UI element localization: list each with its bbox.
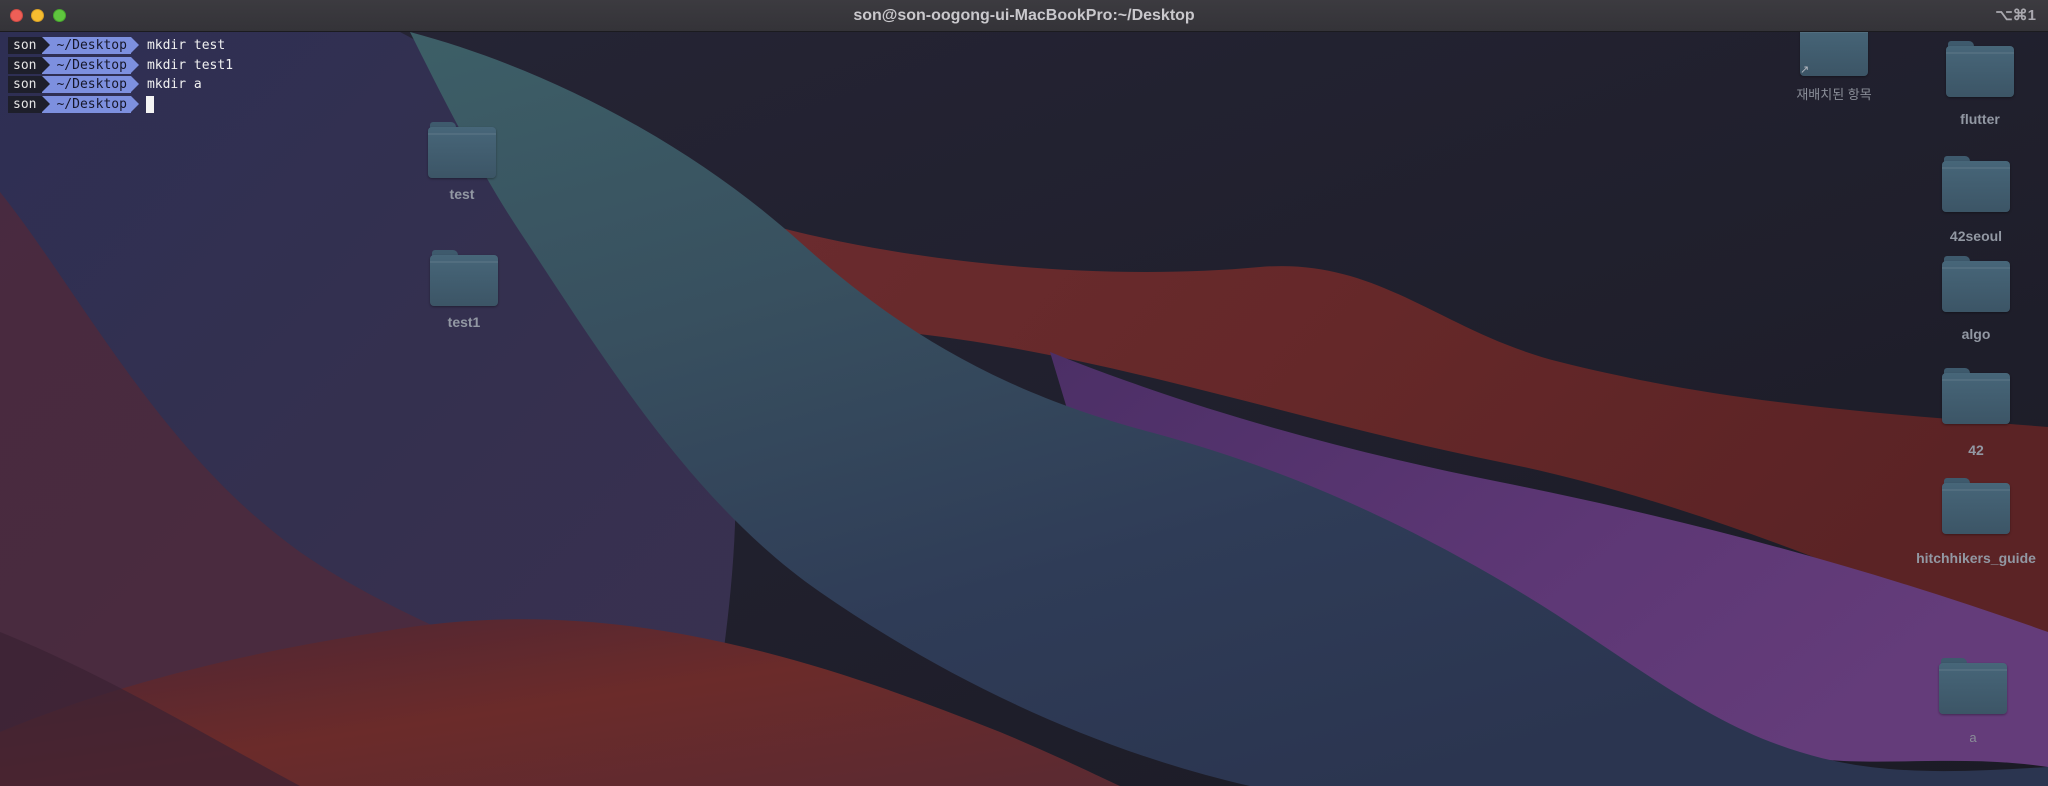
terminal-line: son ~/Desktop mkdir a bbox=[8, 75, 233, 95]
desktop-icon-label: test bbox=[449, 186, 475, 202]
window-shortcut: ⌥⌘1 bbox=[1995, 7, 2036, 24]
desktop-icon-test[interactable]: test bbox=[402, 122, 522, 202]
prompt-user: son bbox=[8, 95, 52, 113]
prompt-user: son bbox=[8, 37, 52, 55]
terminal-line: son ~/Desktop mkdir test bbox=[8, 36, 233, 56]
desktop-icon-label: 42 bbox=[1968, 442, 1984, 458]
folder-icon bbox=[1942, 478, 2010, 534]
prompt-path: ~/Desktop bbox=[42, 95, 140, 113]
prompt-user: son bbox=[8, 56, 52, 74]
folder-icon bbox=[1942, 368, 2010, 424]
prompt-user: son bbox=[8, 76, 52, 94]
desktop-icon-hitchhikers-guide[interactable]: hitchhikers_guide bbox=[1916, 478, 2036, 566]
folder-icon bbox=[1942, 156, 2010, 212]
alias-arrow-icon: ↗ bbox=[1800, 64, 1810, 76]
terminal-cursor bbox=[145, 95, 154, 113]
desktop-icon-algo[interactable]: algo bbox=[1916, 256, 2036, 342]
terminal-line: son ~/Desktop mkdir test1 bbox=[8, 56, 233, 76]
terminal-command: mkdir test bbox=[146, 38, 226, 54]
desktop-icon-label: a bbox=[1969, 730, 1977, 745]
desktop-icon-flutter[interactable]: flutter bbox=[1920, 41, 2040, 127]
desktop-icon-label: test1 bbox=[447, 314, 481, 330]
prompt-path: ~/Desktop bbox=[42, 76, 140, 94]
prompt-path: ~/Desktop bbox=[42, 37, 140, 55]
desktop-icon-test1[interactable]: test1 bbox=[404, 250, 524, 330]
terminal-window: son@son-oogong-ui-MacBookPro:~/Desktop ⌥… bbox=[0, 0, 2048, 786]
folder-icon bbox=[430, 250, 498, 306]
terminal-command: mkdir test1 bbox=[146, 57, 234, 73]
folder-icon bbox=[428, 122, 496, 178]
desktop-icon-label: hitchhikers_guide bbox=[1916, 550, 2036, 566]
folder-icon bbox=[1939, 658, 2007, 714]
desktop-icon-label: flutter bbox=[1960, 111, 2000, 127]
desktop-icon-label: 42seoul bbox=[1949, 228, 2003, 244]
folder-icon bbox=[1942, 256, 2010, 312]
terminal-output[interactable]: son ~/Desktop mkdir test son ~/Desktop m… bbox=[8, 36, 233, 114]
folder-icon bbox=[1946, 41, 2014, 97]
window-title: son@son-oogong-ui-MacBookPro:~/Desktop bbox=[853, 7, 1195, 24]
desktop-icon-42[interactable]: 42 bbox=[1916, 368, 2036, 458]
desktop-wallpaper bbox=[0, 32, 2048, 786]
title-bar[interactable]: son@son-oogong-ui-MacBookPro:~/Desktop ⌥… bbox=[0, 0, 2048, 32]
terminal-prompt-line[interactable]: son ~/Desktop bbox=[8, 95, 233, 115]
desktop-icon-relocated-items[interactable]: ↗ 재배치된 항목 bbox=[1774, 20, 1894, 103]
desktop-icon-label: algo bbox=[1961, 326, 1991, 342]
desktop-icon-42seoul[interactable]: 42seoul bbox=[1916, 156, 2036, 244]
prompt-path: ~/Desktop bbox=[42, 56, 140, 74]
desktop-icon-a[interactable]: a bbox=[1913, 658, 2033, 745]
terminal-command: mkdir a bbox=[146, 77, 202, 93]
desktop-icon-label: 재배치된 항목 bbox=[1796, 87, 1872, 102]
